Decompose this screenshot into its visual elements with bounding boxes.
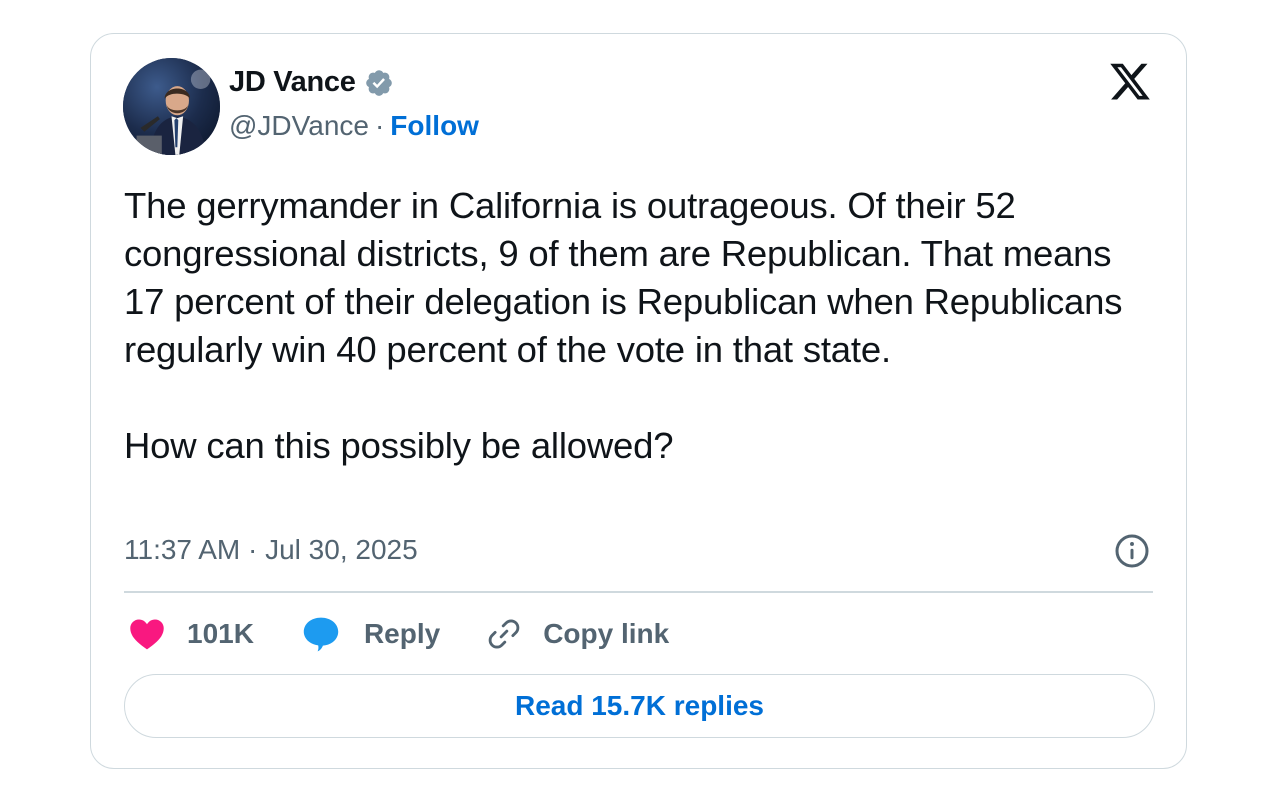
author-handle[interactable]: @JDVance <box>229 110 369 141</box>
copy-link-button[interactable]: Copy link <box>485 615 669 653</box>
like-count: 101K <box>187 618 254 649</box>
separator-dot: · <box>374 110 385 141</box>
x-logo-icon[interactable] <box>1108 62 1152 104</box>
tweet-paragraph: How can this possibly be allowed? <box>124 425 674 466</box>
tweet-card: JD Vance @JDVance · Follow The gerrymander… <box>90 33 1187 769</box>
follow-button[interactable]: Follow <box>390 110 479 141</box>
info-icon[interactable] <box>1114 533 1150 569</box>
like-button[interactable]: 101K <box>129 618 254 650</box>
avatar[interactable] <box>123 58 220 155</box>
tweet-timestamp[interactable]: 11:37 AM · Jul 30, 2025 <box>124 534 418 566</box>
author-name[interactable]: JD Vance <box>229 66 356 99</box>
copy-link-label: Copy link <box>543 618 670 649</box>
read-replies-button[interactable]: Read 15.7K replies <box>124 674 1155 738</box>
divider <box>124 591 1153 593</box>
reply-button[interactable]: Reply <box>302 616 440 652</box>
avatar-photo <box>123 58 220 155</box>
link-icon <box>488 619 520 649</box>
verified-badge-icon <box>365 69 392 96</box>
reply-label: Reply <box>363 618 441 649</box>
reply-bubble-icon <box>303 617 339 652</box>
heart-icon <box>130 619 164 650</box>
author-name-row: JD Vance <box>229 66 394 99</box>
action-bar: 101K Reply Copy link <box>129 612 669 656</box>
author-handle-row: @JDVance · Follow <box>229 110 479 142</box>
tweet-text: The gerrymander in California is outrage… <box>124 182 1134 470</box>
tweet-paragraph: The gerrymander in California is outrage… <box>124 185 1123 370</box>
